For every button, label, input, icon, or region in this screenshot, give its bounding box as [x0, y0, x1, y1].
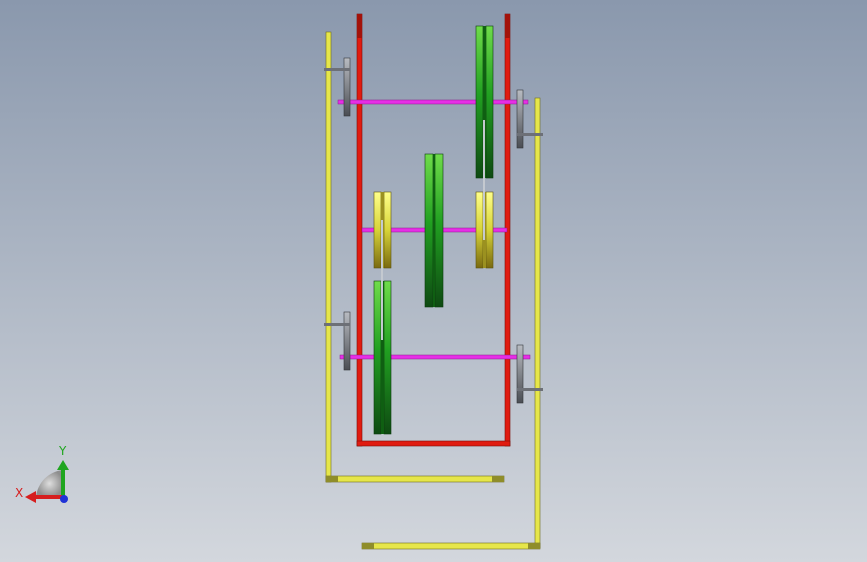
yellow-corner-block: [492, 476, 504, 482]
belt-right[interactable]: [483, 120, 485, 240]
lower-shaft[interactable]: [339, 354, 531, 360]
yellow-bottom-rail-lower[interactable]: [361, 542, 541, 550]
x-axis-label: X: [15, 486, 23, 500]
upper-shaft[interactable]: [337, 99, 529, 105]
yellow-corner-block: [362, 543, 374, 549]
cad-viewport[interactable]: X Y: [0, 0, 867, 562]
yellow-corner-block: [528, 543, 540, 549]
cad-model-view[interactable]: X Y: [0, 0, 867, 562]
red-bottom-rail[interactable]: [356, 440, 511, 447]
pulley-center[interactable]: [424, 153, 444, 308]
z-axis-dot-icon: [60, 495, 68, 503]
red-left-upright[interactable]: [356, 13, 363, 447]
belt-left[interactable]: [381, 220, 383, 340]
red-post-cap: [505, 14, 510, 38]
y-axis-label: Y: [58, 444, 67, 458]
red-post-cap: [357, 14, 362, 38]
yellow-bottom-rail-upper[interactable]: [325, 475, 505, 483]
yellow-right-upright[interactable]: [534, 97, 541, 549]
yellow-corner-block: [326, 476, 338, 482]
yellow-left-upright[interactable]: [325, 31, 332, 483]
